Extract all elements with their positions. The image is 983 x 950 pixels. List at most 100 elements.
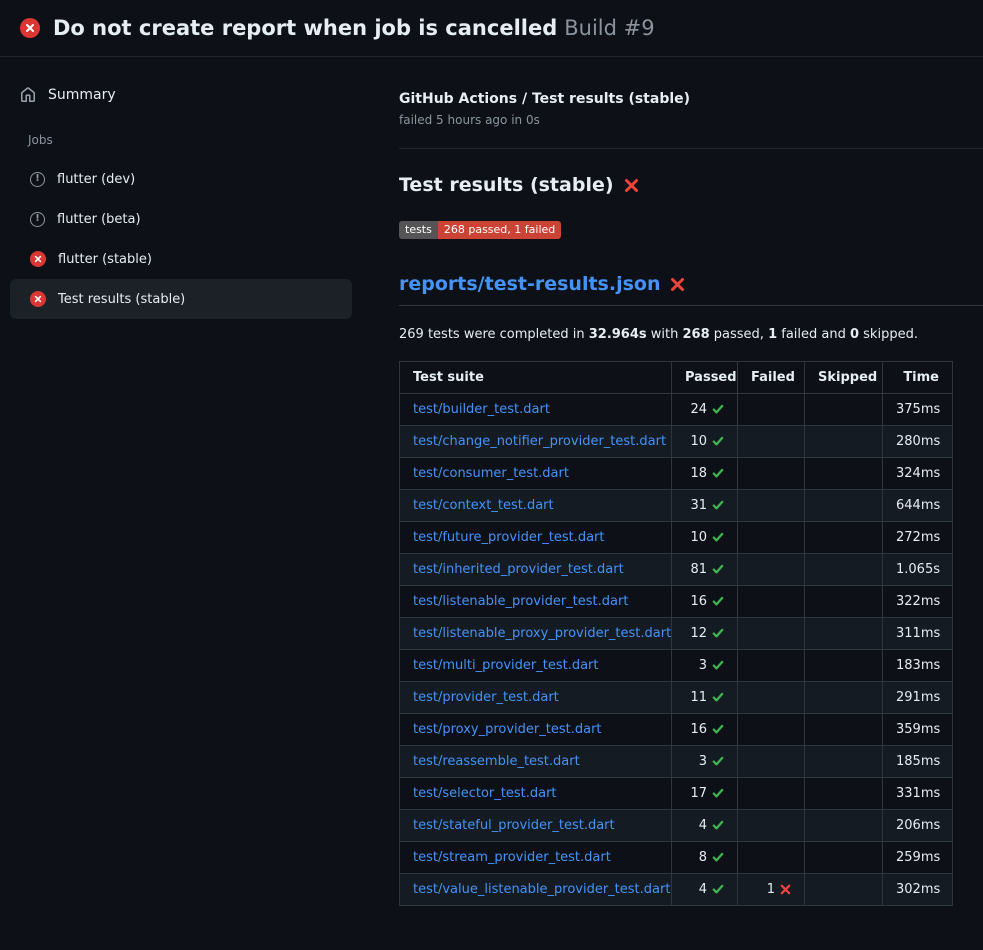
test-suite-link[interactable]: test/value_listenable_provider_test.dart — [413, 882, 670, 897]
table-row: test/multi_provider_test.dart 3 183ms — [400, 650, 953, 682]
table-row: test/change_notifier_provider_test.dart … — [400, 426, 953, 458]
test-suite-link[interactable]: test/stateful_provider_test.dart — [413, 818, 615, 833]
test-suite-link[interactable]: test/reassemble_test.dart — [413, 754, 580, 769]
time-cell: 259ms — [883, 842, 953, 874]
table-row: test/listenable_provider_test.dart 16 32… — [400, 586, 953, 618]
skipped-cell — [805, 682, 883, 714]
skipped-cell — [805, 778, 883, 810]
col-header-test-suite: Test suite — [400, 362, 672, 394]
skipped-cell — [805, 458, 883, 490]
time-cell: 206ms — [883, 810, 953, 842]
test-suite-link[interactable]: test/future_provider_test.dart — [413, 530, 604, 545]
job-label: Test results (stable) — [58, 292, 185, 307]
table-row: test/proxy_provider_test.dart 16 359ms — [400, 714, 953, 746]
check-icon — [712, 627, 724, 639]
time-cell: 375ms — [883, 394, 953, 426]
time-cell: 644ms — [883, 490, 953, 522]
col-header-skipped: Skipped — [805, 362, 883, 394]
passed-cell: 12 — [672, 618, 738, 650]
test-suite-link[interactable]: test/inherited_provider_test.dart — [413, 562, 624, 577]
table-row: test/builder_test.dart 24 375ms — [400, 394, 953, 426]
sidebar-item-flutter-dev[interactable]: ! flutter (dev) — [10, 159, 352, 199]
passed-cell: 4 — [672, 810, 738, 842]
check-icon — [712, 851, 724, 863]
x-circle-icon — [30, 291, 46, 307]
time-cell: 280ms — [883, 426, 953, 458]
section-divider — [399, 148, 983, 149]
skipped-cell — [805, 490, 883, 522]
test-summary-line: 269 tests were completed in 32.964s with… — [399, 327, 983, 342]
sidebar: Summary Jobs ! flutter (dev) ! flutter (… — [0, 57, 399, 950]
time-cell: 1.065s — [883, 554, 953, 586]
failed-cell — [738, 554, 805, 586]
job-label: flutter (beta) — [57, 212, 141, 227]
passed-cell: 24 — [672, 394, 738, 426]
time-cell: 311ms — [883, 618, 953, 650]
skipped-cell — [805, 586, 883, 618]
time-cell: 185ms — [883, 746, 953, 778]
failed-cell — [738, 650, 805, 682]
check-icon — [712, 531, 724, 543]
check-icon — [712, 691, 724, 703]
failed-cell — [738, 394, 805, 426]
table-row: test/stream_provider_test.dart 8 259ms — [400, 842, 953, 874]
x-icon — [624, 178, 639, 193]
test-suite-link[interactable]: test/multi_provider_test.dart — [413, 658, 599, 673]
skipped-cell — [805, 554, 883, 586]
test-suite-link[interactable]: test/proxy_provider_test.dart — [413, 722, 602, 737]
passed-cell: 8 — [672, 842, 738, 874]
failed-cell — [738, 458, 805, 490]
check-icon — [712, 787, 724, 799]
badge-label: tests — [399, 221, 438, 239]
time-cell: 324ms — [883, 458, 953, 490]
sidebar-item-flutter-beta[interactable]: ! flutter (beta) — [10, 199, 352, 239]
table-row: test/selector_test.dart 17 331ms — [400, 778, 953, 810]
test-suite-link[interactable]: test/provider_test.dart — [413, 690, 559, 705]
passed-cell: 11 — [672, 682, 738, 714]
failed-cell — [738, 714, 805, 746]
table-row: test/listenable_proxy_provider_test.dart… — [400, 618, 953, 650]
skipped-cell — [805, 426, 883, 458]
test-results-table: Test suite Passed Failed Skipped Time te… — [399, 361, 953, 906]
build-title-text: Do not create report when job is cancell… — [53, 16, 557, 40]
time-cell: 302ms — [883, 874, 953, 906]
job-label: flutter (dev) — [57, 172, 135, 187]
page-title: Do not create report when job is cancell… — [53, 16, 655, 40]
passed-cell: 31 — [672, 490, 738, 522]
build-header: Do not create report when job is cancell… — [0, 0, 983, 57]
passed-cell: 3 — [672, 650, 738, 682]
test-suite-link[interactable]: test/change_notifier_provider_test.dart — [413, 434, 666, 449]
table-row: test/context_test.dart 31 644ms — [400, 490, 953, 522]
passed-cell: 3 — [672, 746, 738, 778]
check-run-title: Test results (stable) — [399, 174, 983, 196]
failed-cell — [738, 618, 805, 650]
test-suite-link[interactable]: test/consumer_test.dart — [413, 466, 569, 481]
jobs-heading: Jobs — [28, 133, 352, 147]
test-suite-link[interactable]: test/selector_test.dart — [413, 786, 557, 801]
report-link[interactable]: reports/test-results.json — [399, 273, 660, 295]
skipped-cell — [805, 714, 883, 746]
test-suite-link[interactable]: test/listenable_provider_test.dart — [413, 594, 628, 609]
failed-cell — [738, 842, 805, 874]
sidebar-item-flutter-stable[interactable]: flutter (stable) — [10, 239, 352, 279]
test-suite-link[interactable]: test/builder_test.dart — [413, 402, 550, 417]
check-icon — [712, 467, 724, 479]
table-row: test/consumer_test.dart 18 324ms — [400, 458, 953, 490]
col-header-time: Time — [883, 362, 953, 394]
skipped-cell — [805, 746, 883, 778]
build-failed-icon — [20, 18, 40, 38]
sidebar-item-summary[interactable]: Summary — [10, 79, 352, 111]
test-suite-link[interactable]: test/listenable_proxy_provider_test.dart — [413, 626, 671, 641]
check-icon — [712, 435, 724, 447]
passed-cell: 10 — [672, 426, 738, 458]
skipped-cell — [805, 650, 883, 682]
test-suite-link[interactable]: test/context_test.dart — [413, 498, 554, 513]
home-icon — [20, 87, 36, 103]
check-icon — [712, 595, 724, 607]
test-suite-link[interactable]: test/stream_provider_test.dart — [413, 850, 611, 865]
check-icon — [712, 723, 724, 735]
sidebar-item-test-results-stable[interactable]: Test results (stable) — [10, 279, 352, 319]
passed-cell: 81 — [672, 554, 738, 586]
run-status-line: failed 5 hours ago in 0s — [399, 113, 983, 127]
exclamation-circle-icon: ! — [30, 212, 45, 227]
